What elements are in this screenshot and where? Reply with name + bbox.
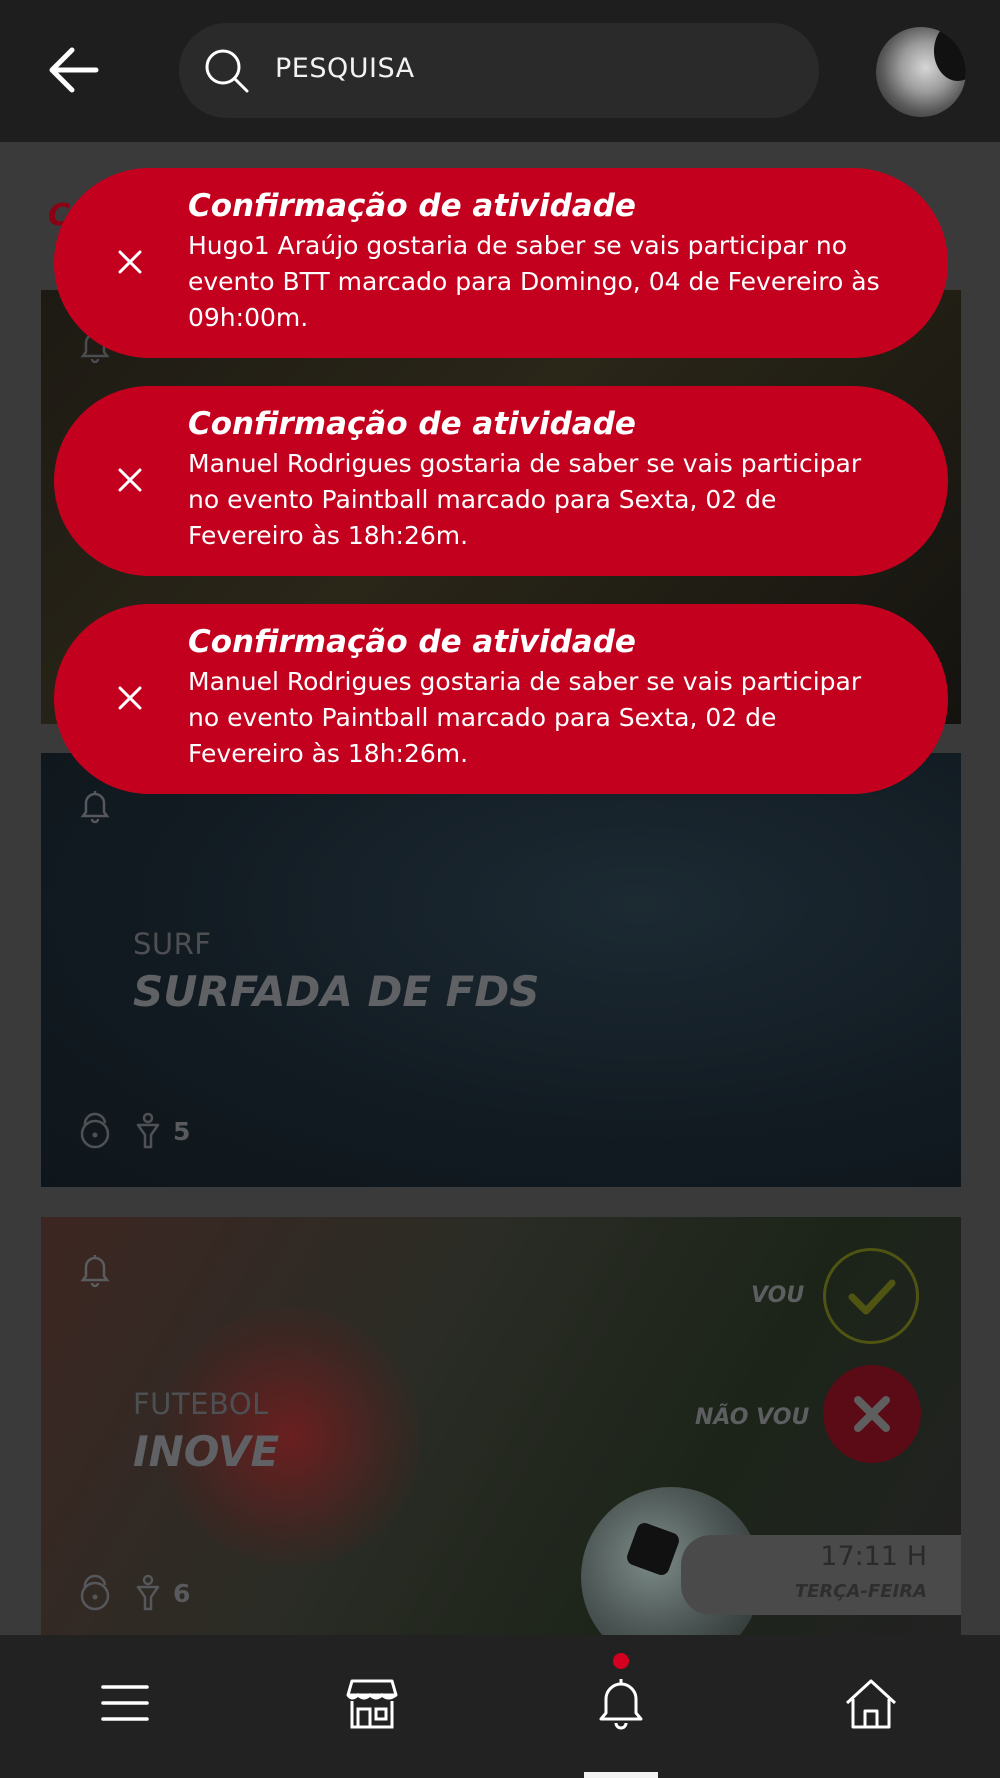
notification-toast[interactable]: Confirmação de atividade Manuel Rodrigue…	[54, 604, 948, 794]
notification-body: Manuel Rodrigues gostaria de saber se va…	[188, 667, 862, 768]
activity-title: SURFADA DE FDS	[133, 967, 540, 1016]
notification-body: Manuel Rodrigues gostaria de saber se va…	[188, 449, 862, 550]
activity-meta: 5	[75, 1109, 190, 1153]
vou-label: VOU	[751, 1283, 805, 1308]
participant-count: 6	[173, 1578, 191, 1608]
unlock-icon	[80, 1112, 110, 1149]
notification-title: Confirmação de atividade	[188, 624, 636, 660]
activity-time-value: 17:11 H	[820, 1541, 927, 1572]
bottom-nav	[0, 1635, 1000, 1778]
top-bar: PESQUISA	[0, 0, 1000, 142]
unlock-icon	[80, 1574, 110, 1611]
activity-sport: FUTEBOL	[133, 1387, 269, 1421]
bell-icon[interactable]	[75, 786, 115, 826]
participant-count: 5	[173, 1116, 191, 1146]
home-icon[interactable]	[841, 1673, 901, 1733]
check-icon	[848, 1279, 896, 1315]
activity-card-surf[interactable]: SURF SURFADA DE FDS 5	[41, 753, 961, 1187]
nao-vou-button[interactable]	[823, 1365, 921, 1463]
notification-toast[interactable]: Confirmação de atividade Hugo1 Araújo go…	[54, 168, 948, 358]
activity-title: INOVE	[133, 1427, 280, 1476]
vou-button[interactable]	[823, 1248, 919, 1344]
notification-title: Confirmação de atividade	[188, 188, 636, 224]
close-icon[interactable]	[104, 454, 156, 506]
activity-card-futebol[interactable]: FUTEBOL INOVE VOU NÃO VOU 6 17:11 H TERÇ…	[41, 1217, 961, 1635]
person-icon	[136, 1112, 160, 1149]
person-icon	[136, 1574, 160, 1611]
bell-icon[interactable]	[591, 1673, 651, 1733]
avatar[interactable]	[876, 27, 966, 117]
activity-sport: SURF	[133, 927, 212, 961]
notification-title: Confirmação de atividade	[188, 406, 636, 442]
close-icon[interactable]	[104, 672, 156, 724]
close-icon[interactable]	[104, 236, 156, 288]
search-input[interactable]: PESQUISA	[179, 23, 819, 118]
menu-icon[interactable]	[95, 1673, 155, 1733]
search-icon	[205, 49, 249, 93]
active-tab-indicator	[584, 1772, 658, 1778]
activity-meta: 6	[75, 1571, 190, 1615]
notification-toast[interactable]: Confirmação de atividade Manuel Rodrigue…	[54, 386, 948, 576]
close-icon	[854, 1396, 890, 1432]
store-icon[interactable]	[342, 1673, 402, 1733]
arrow-left-icon	[49, 47, 99, 93]
activity-day: TERÇA-FEIRA	[794, 1581, 927, 1602]
search-placeholder: PESQUISA	[275, 53, 415, 84]
back-button[interactable]	[44, 44, 104, 96]
activity-time: 17:11 H TERÇA-FEIRA	[681, 1535, 961, 1615]
nao-vou-label: NÃO VOU	[695, 1405, 810, 1430]
bell-icon[interactable]	[75, 1250, 115, 1290]
notification-body: Hugo1 Araújo gostaria de saber se vais p…	[188, 231, 880, 332]
notification-badge	[613, 1653, 629, 1669]
